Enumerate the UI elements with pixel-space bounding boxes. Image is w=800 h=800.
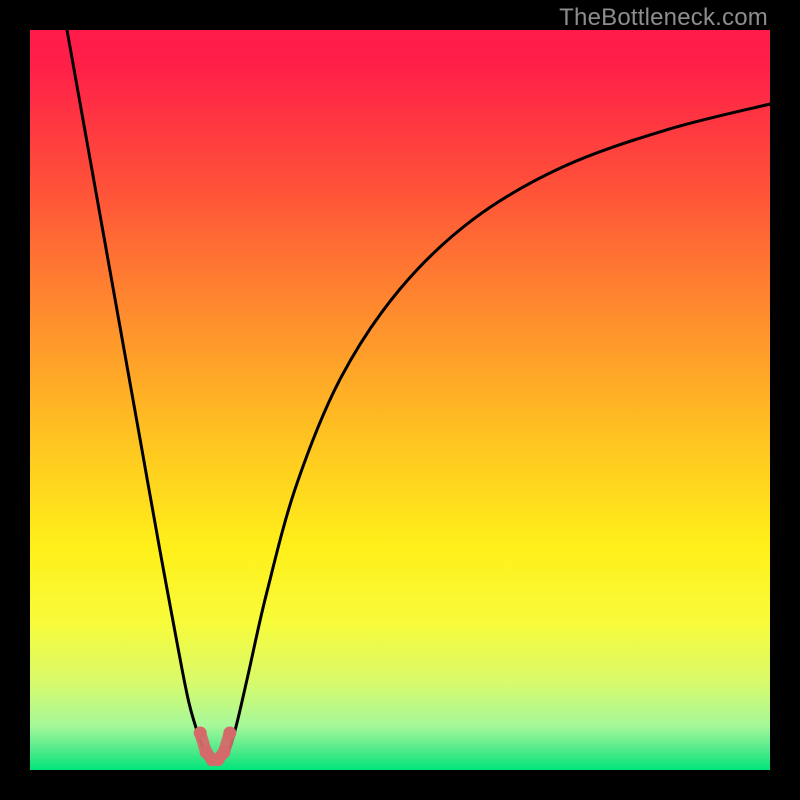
watermark-text: TheBottleneck.com: [559, 4, 768, 32]
bottleneck-curve: [67, 30, 770, 761]
bottom-marker-cluster: [194, 727, 237, 767]
plot-frame: [30, 30, 770, 770]
chart-svg: [30, 30, 770, 770]
